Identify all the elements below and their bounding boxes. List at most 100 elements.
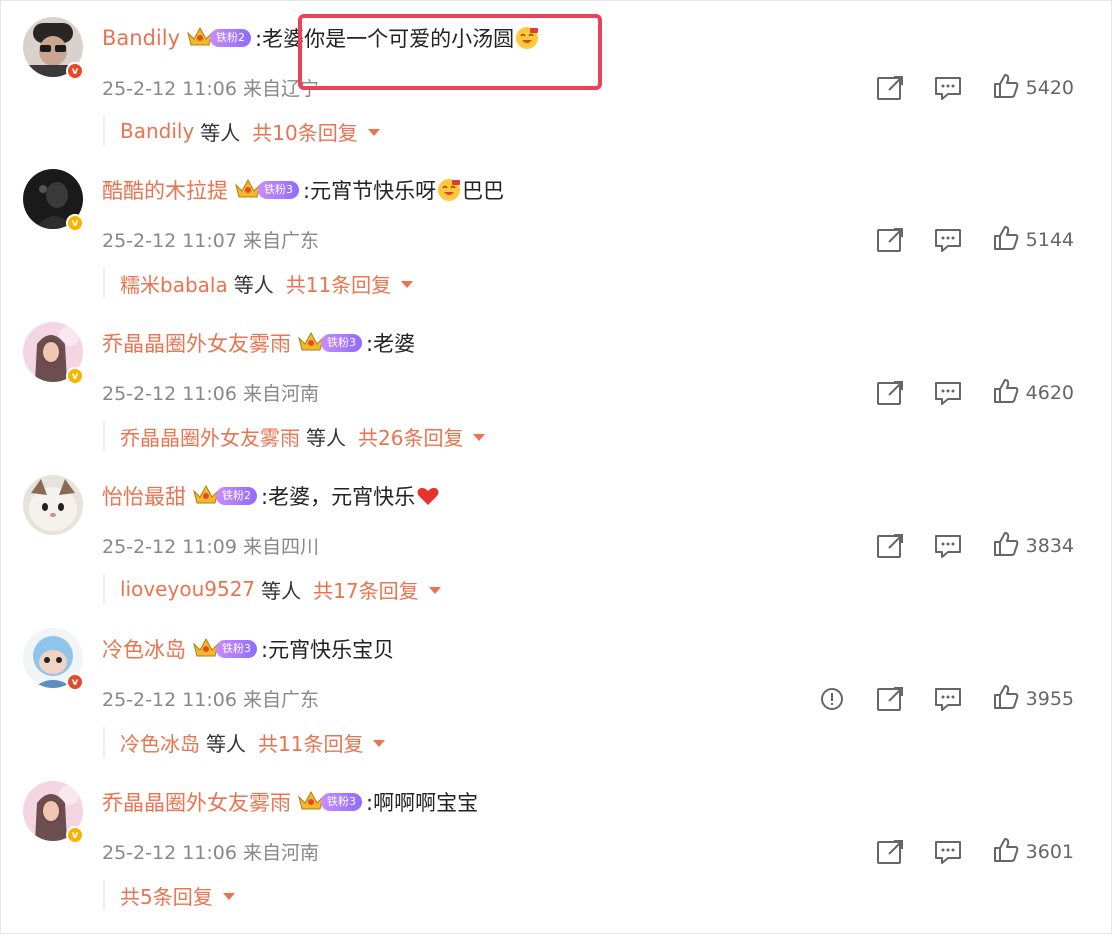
like-button[interactable]: 5420 [992, 73, 1074, 103]
reply-count-link[interactable]: 共11条回复 [286, 269, 391, 298]
comment-icon[interactable] [934, 533, 962, 559]
comment-actions: 3601 [846, 836, 1074, 868]
comment-icon[interactable] [934, 839, 962, 865]
heart-icon [415, 484, 441, 508]
reply-count-link[interactable]: 共10条回复 [252, 117, 357, 146]
like-button[interactable]: 3601 [992, 837, 1074, 867]
replies-toggle[interactable]: Bandily 等人 共10条回复 [103, 116, 380, 146]
reply-etc-label: 等人 [206, 731, 246, 756]
comment-header: 怡怡最甜 铁粉2:老婆，元宵快乐 [102, 480, 441, 512]
fan-level-label: 铁粉3 [321, 334, 362, 352]
comment-icon[interactable] [934, 227, 962, 253]
replies-toggle[interactable]: 共5条回复 [103, 880, 235, 910]
reply-count-link[interactable]: 共26条回复 [358, 422, 463, 451]
comment-meta: 25-2-12 11:06 来自河南 [102, 383, 319, 405]
comment-item: v 乔晶晶圈外女友雾雨 铁粉3:老婆 25-2-12 11:06 来自河南 4620 乔晶… [0, 305, 1114, 457]
comment-meta: 25-2-12 11:06 来自河南 [102, 842, 319, 864]
fan-level-label: 铁粉3 [258, 181, 299, 199]
reply-etc-label: 等人 [233, 272, 274, 297]
comment-actions: 4620 [846, 377, 1074, 409]
like-button[interactable]: 4620 [992, 378, 1074, 408]
chevron-down-icon [222, 893, 235, 900]
comment-icon[interactable] [934, 380, 962, 406]
reply-user-link[interactable]: lioveyou9527 [120, 577, 255, 601]
comment-header: 酷酷的木拉提 铁粉3:元宵节快乐呀 巴巴 [102, 174, 504, 206]
comment-text-tail: 巴巴 [462, 179, 505, 203]
share-icon[interactable] [876, 75, 904, 101]
verified-badge-icon: v [66, 826, 84, 844]
chevron-down-icon [367, 129, 380, 136]
fan-badge[interactable]: 铁粉2 [192, 483, 257, 509]
share-icon[interactable] [876, 839, 904, 865]
like-button[interactable]: 3955 [992, 684, 1074, 714]
share-icon[interactable] [876, 686, 904, 712]
fan-level-label: 铁粉2 [216, 487, 257, 505]
reply-user-link[interactable]: 冷色冰岛 [120, 728, 200, 757]
verified-badge-icon: v [66, 367, 84, 385]
replies-toggle[interactable]: 乔晶晶圈外女友雾雨 等人 共26条回复 [103, 421, 486, 451]
comment-item: v 冷色冰岛 铁粉3:元宵快乐宝贝 25-2-12 11:06 来自广东 3955 冷色冰… [0, 611, 1114, 763]
comment-meta: 25-2-12 11:06 来自广东 [102, 689, 319, 711]
reply-user-link[interactable]: 糯米babala [120, 269, 228, 298]
comment-header: 冷色冰岛 铁粉3:元宵快乐宝贝 [102, 633, 394, 665]
comment-text: :元宵快乐宝贝 [261, 638, 395, 662]
replies-toggle[interactable]: lioveyou9527 等人 共17条回复 [103, 574, 441, 604]
report-icon[interactable] [818, 686, 846, 712]
comment-text: :元宵节快乐呀 [303, 179, 437, 203]
comment-actions: 5420 [846, 72, 1074, 104]
like-button[interactable]: 3834 [992, 531, 1074, 561]
fan-badge[interactable]: 铁粉3 [234, 177, 299, 203]
comment-text: :老婆 [366, 332, 416, 356]
thumbs-up-icon [992, 73, 1020, 103]
emoji-icon [436, 178, 462, 202]
fan-badge[interactable]: 铁粉3 [192, 636, 257, 662]
username-link[interactable]: 乔晶晶圈外女友雾雨 [102, 328, 291, 358]
like-count: 3601 [1025, 841, 1074, 863]
reply-count-link[interactable]: 共11条回复 [258, 728, 363, 757]
fan-level-label: 铁粉3 [321, 793, 362, 811]
avatar[interactable] [23, 475, 83, 535]
comment-text: :老婆，元宵快乐 [261, 485, 416, 509]
comment-actions: 3955 [788, 683, 1074, 715]
comment-icon[interactable] [934, 686, 962, 712]
reply-etc-label: 等人 [261, 578, 302, 603]
fan-badge[interactable]: 铁粉3 [297, 330, 362, 356]
username-link[interactable]: Bandily [102, 26, 180, 50]
verified-badge-icon: v [66, 673, 84, 691]
replies-toggle[interactable]: 冷色冰岛 等人 共11条回复 [103, 727, 386, 757]
fan-level-label: 铁粉3 [216, 640, 257, 658]
username-link[interactable]: 酷酷的木拉提 [102, 175, 228, 205]
like-count: 3955 [1025, 688, 1074, 710]
like-count: 3834 [1025, 535, 1074, 557]
thumbs-up-icon [992, 378, 1020, 408]
comment-text: :啊啊啊宝宝 [366, 791, 479, 815]
reply-count-link[interactable]: 共17条回复 [313, 575, 418, 604]
comment-header: 乔晶晶圈外女友雾雨 铁粉3:老婆 [102, 327, 415, 359]
share-icon[interactable] [876, 533, 904, 559]
like-count: 4620 [1025, 382, 1074, 404]
comment-icon[interactable] [934, 75, 962, 101]
comment-item: 怡怡最甜 铁粉2:老婆，元宵快乐 25-2-12 11:09 来自四川 3834 lio… [0, 458, 1114, 610]
username-link[interactable]: 冷色冰岛 [102, 634, 186, 664]
share-icon[interactable] [876, 227, 904, 253]
replies-toggle[interactable]: 糯米babala 等人 共11条回复 [103, 268, 414, 298]
reply-user-link[interactable]: Bandily [120, 119, 194, 143]
reply-etc-label: 等人 [200, 120, 241, 145]
like-count: 5144 [1025, 229, 1074, 251]
fan-badge[interactable]: 铁粉2 [186, 25, 252, 51]
chevron-down-icon [473, 434, 486, 441]
thumbs-up-icon [992, 684, 1020, 714]
like-button[interactable]: 5144 [992, 225, 1074, 255]
verified-badge-icon: v [66, 62, 84, 80]
username-link[interactable]: 乔晶晶圈外女友雾雨 [102, 787, 291, 817]
thumbs-up-icon [992, 531, 1020, 561]
share-icon[interactable] [876, 380, 904, 406]
reply-count-link[interactable]: 共5条回复 [120, 881, 213, 910]
comment-item: v 乔晶晶圈外女友雾雨 铁粉3:啊啊啊宝宝 25-2-12 11:06 来自河南 360… [0, 764, 1114, 916]
chevron-down-icon [401, 281, 414, 288]
comment-meta: 25-2-12 11:06 来自辽宁 [102, 78, 319, 100]
chevron-down-icon [428, 587, 441, 594]
fan-badge[interactable]: 铁粉3 [297, 789, 362, 815]
username-link[interactable]: 怡怡最甜 [102, 481, 186, 511]
reply-user-link[interactable]: 乔晶晶圈外女友雾雨 [120, 422, 300, 451]
